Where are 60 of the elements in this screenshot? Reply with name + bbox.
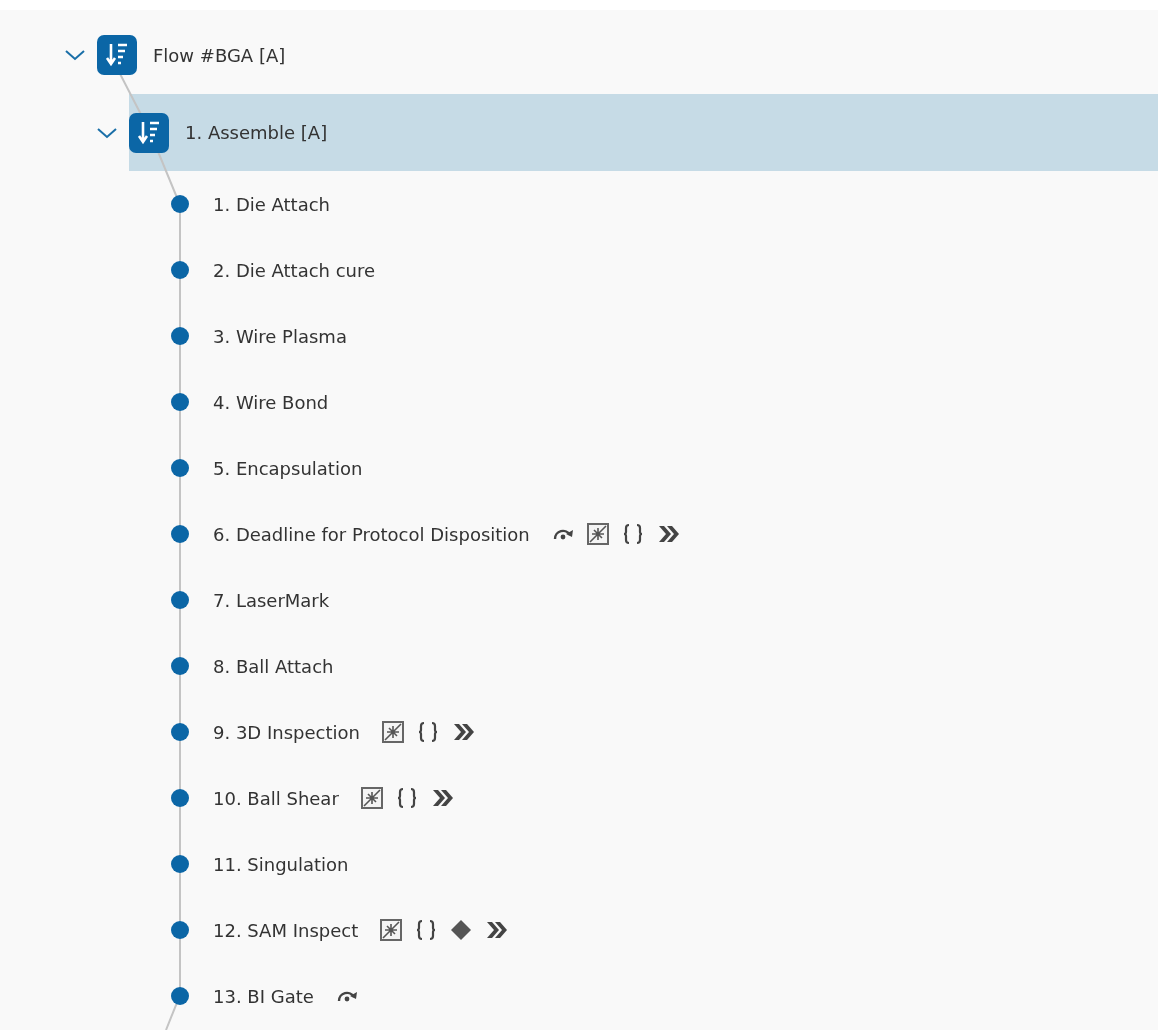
step-dot-icon — [171, 261, 189, 279]
step-label: 9. 3D Inspection — [213, 721, 360, 743]
step-item[interactable]: 5. Encapsulation — [0, 435, 1158, 501]
double-chevron-icon — [451, 723, 474, 741]
step-item[interactable]: 11. Singulation — [0, 831, 1158, 897]
step-dot-icon — [171, 987, 189, 1005]
double-chevron-icon — [656, 525, 679, 543]
step-item[interactable]: 1. Die Attach — [0, 171, 1158, 237]
skip-arc-icon — [551, 527, 574, 541]
step-label: 3. Wire Plasma — [213, 325, 347, 347]
step-label: 6. Deadline for Protocol Disposition — [213, 523, 530, 545]
step-label: 11. Singulation — [213, 853, 349, 875]
step-dot-icon — [171, 591, 189, 609]
step-dot-icon — [171, 855, 189, 873]
step-item[interactable]: 6. Deadline for Protocol Disposition — [0, 501, 1158, 567]
step-label: 12. SAM Inspect — [213, 919, 359, 941]
step-label: 1. Die Attach — [213, 193, 330, 215]
braces-icon — [621, 523, 644, 545]
tree-item[interactable]: Flow #BGA [A] — [97, 16, 1158, 94]
tree-item-label: 1. Assemble [A] — [185, 122, 328, 143]
step-dot-icon — [171, 723, 189, 741]
step-item[interactable]: 4. Wire Bond — [0, 369, 1158, 435]
tree-item-label: Flow #BGA [A] — [153, 44, 286, 66]
step-item[interactable]: 13. BI Gate — [0, 963, 1158, 1029]
step-item[interactable]: 8. Ball Attach — [0, 633, 1158, 699]
step-label: 13. BI Gate — [213, 985, 314, 1007]
step-label: 5. Encapsulation — [213, 457, 363, 479]
diamond-icon — [450, 919, 473, 941]
double-chevron-icon — [485, 921, 508, 939]
step-label: 8. Ball Attach — [213, 655, 334, 677]
step-dot-icon — [171, 789, 189, 807]
masked-square-icon — [586, 523, 609, 545]
masked-square-icon — [380, 919, 403, 941]
step-dot-icon — [171, 327, 189, 345]
step-dot-icon — [171, 525, 189, 543]
flow-icon — [129, 112, 169, 153]
step-dot-icon — [171, 921, 189, 939]
step-dot-icon — [171, 195, 189, 213]
step-label: 4. Wire Bond — [213, 391, 329, 413]
braces-icon — [395, 787, 418, 809]
braces-icon — [415, 919, 438, 941]
double-chevron-icon — [430, 789, 453, 807]
flow-icon — [97, 35, 137, 75]
skip-arc-icon — [335, 989, 358, 1003]
step-label: 10. Ball Shear — [213, 787, 339, 809]
step-label: 2. Die Attach cure — [213, 259, 376, 281]
braces-icon — [416, 721, 439, 743]
step-item[interactable]: 2. Die Attach cure — [0, 237, 1158, 303]
step-item[interactable]: 9. 3D Inspection — [0, 699, 1158, 765]
step-item[interactable]: 12. SAM Inspect — [0, 897, 1158, 963]
step-dot-icon — [171, 459, 189, 477]
step-item[interactable]: 10. Ball Shear — [0, 765, 1158, 831]
step-label: 7. LaserMark — [213, 589, 330, 611]
step-item[interactable]: 7. LaserMark — [0, 567, 1158, 633]
masked-square-icon — [360, 787, 383, 809]
step-dot-icon — [171, 393, 189, 411]
masked-square-icon — [381, 721, 404, 743]
step-item[interactable]: 3. Wire Plasma — [0, 303, 1158, 369]
selected-tree-item[interactable]: 1. Assemble [A] — [129, 94, 1158, 171]
step-dot-icon — [171, 657, 189, 675]
